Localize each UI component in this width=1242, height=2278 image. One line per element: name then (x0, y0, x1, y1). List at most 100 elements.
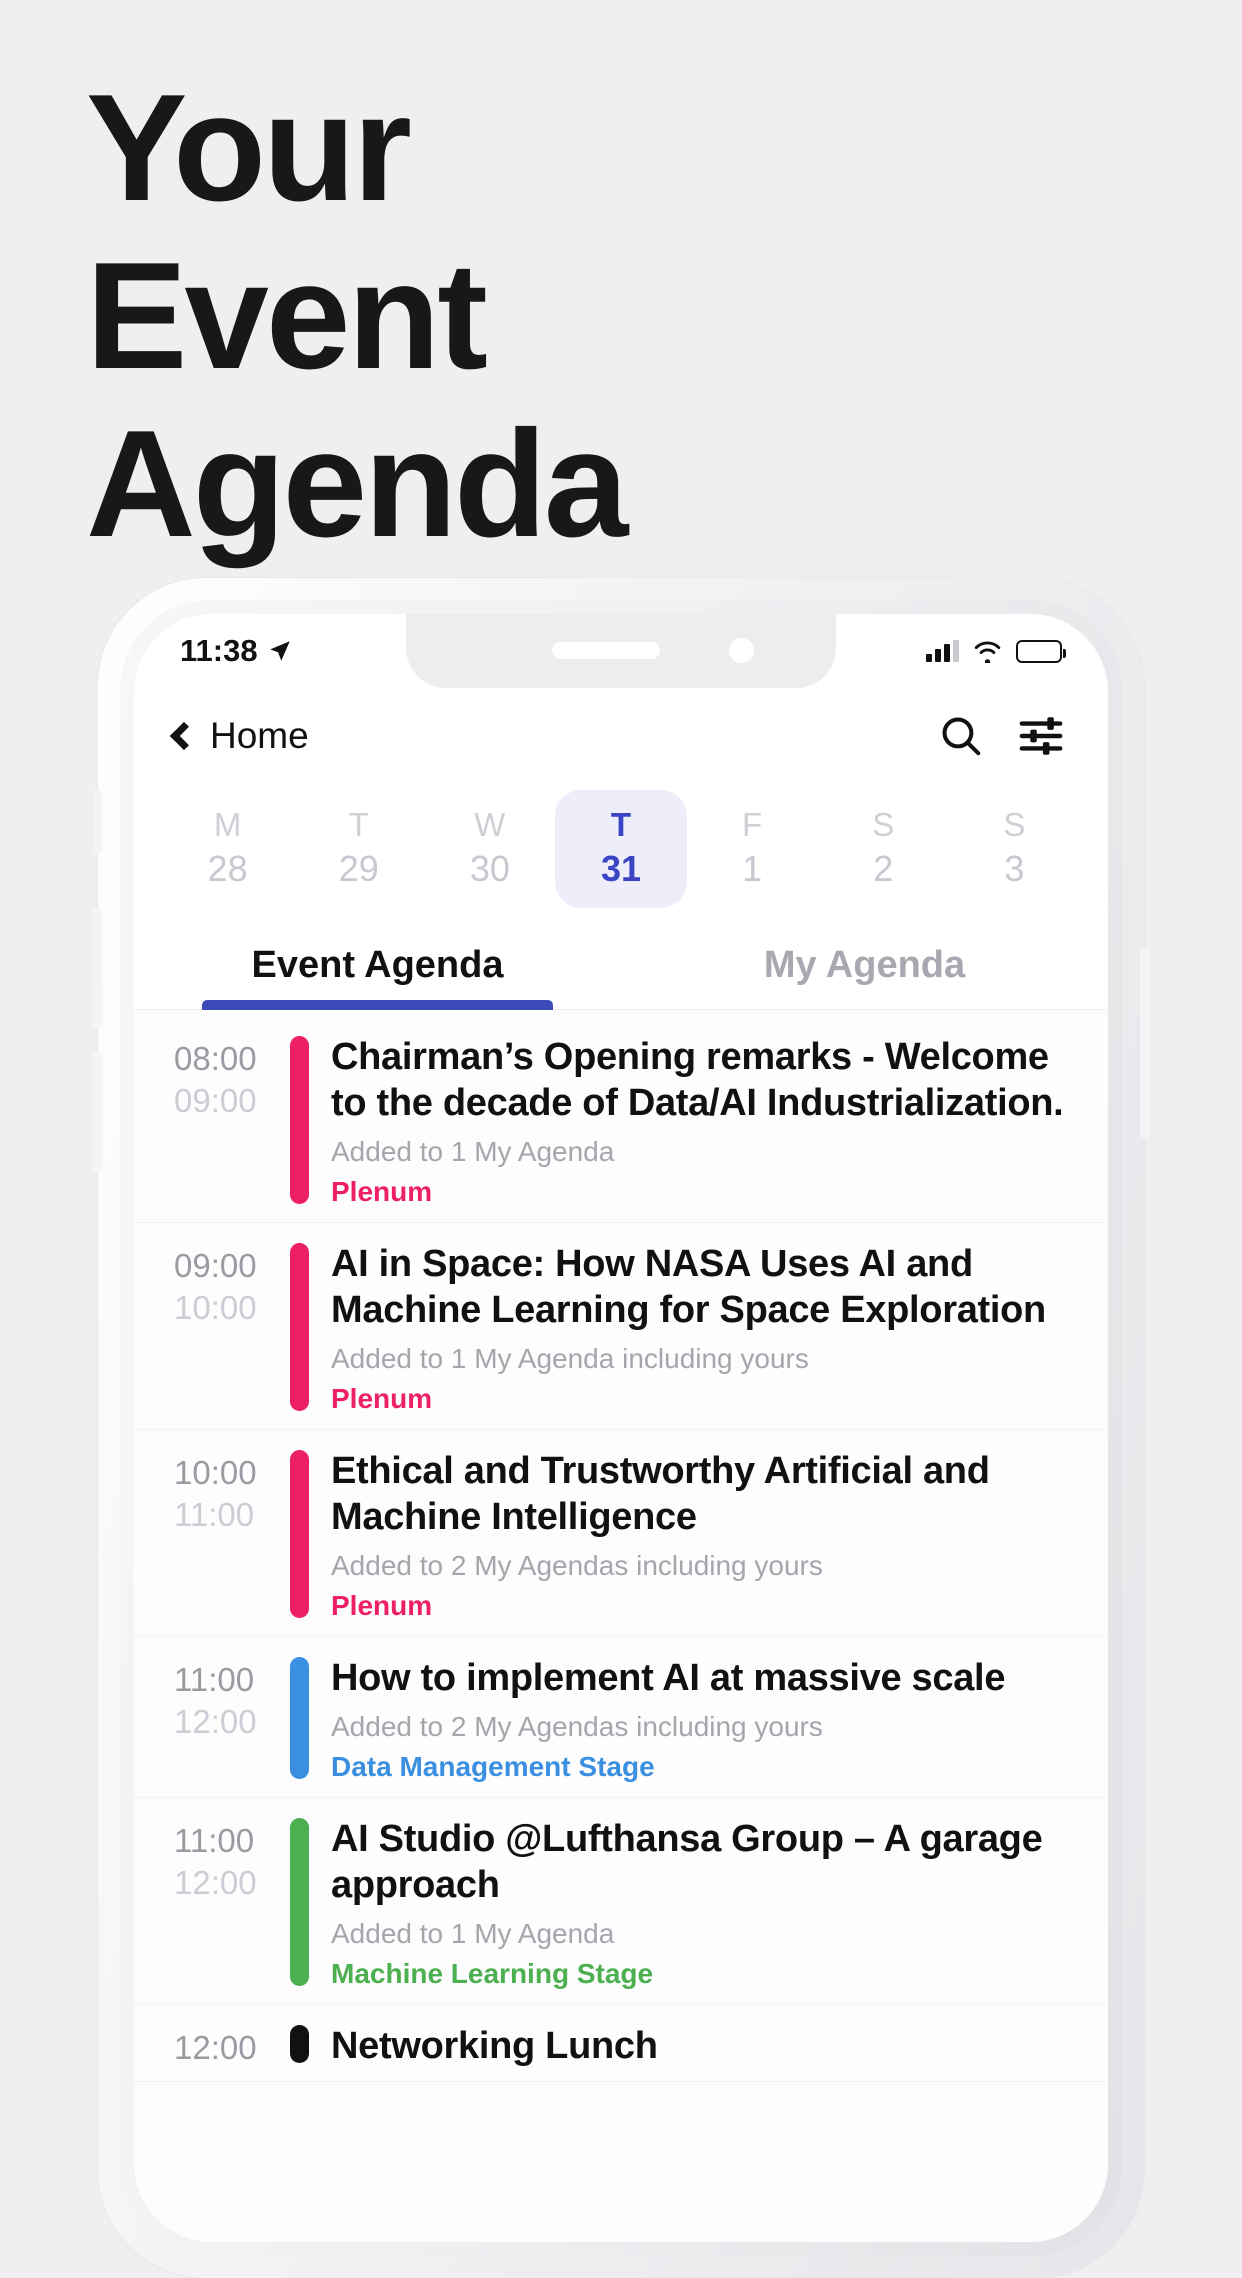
date-cell-number: 1 (742, 848, 763, 889)
date-cell-number: 3 (1004, 848, 1025, 889)
event-start-time: 10:00 (174, 1454, 257, 1491)
event-title: Chairman’s Opening remarks - Welcome to … (331, 1036, 1064, 1124)
event-color-bar (290, 2025, 309, 2063)
event-body: How to implement AI at massive scale Adde… (331, 1653, 1088, 1785)
event-color-bar (290, 1657, 309, 1779)
date-cell-number: 31 (600, 848, 642, 889)
agenda-list[interactable]: 08:00 09:00 Chairman’s Opening remarks - W… (134, 1010, 1108, 2242)
date-cell-30[interactable]: W 30 (424, 790, 555, 908)
agenda-event-row[interactable]: 11:00 12:00 AI Studio @Lufthansa Group – A… (134, 1798, 1108, 2005)
event-stage-label: Data Management Stage (331, 1751, 655, 1782)
date-cell-dow: T (348, 806, 369, 843)
event-title: AI Studio @Lufthansa Group – A garage ap… (331, 1818, 1043, 1906)
volume-down-button[interactable] (92, 1052, 102, 1172)
date-cell-1[interactable]: F1 (687, 790, 818, 908)
wifi-icon (974, 641, 1001, 663)
event-attendance-meta: Added to 1 My Agenda including yours (331, 1343, 809, 1374)
event-color-bar (290, 1243, 309, 1411)
agenda-event-row[interactable]: 09:00 10:00 AI in Space: How NASA Uses AI … (134, 1223, 1108, 1430)
phone-mockup: 11:38 Home M 28 T 29 W 30 T 31 F 1 S 2 S… (92, 578, 1150, 2278)
event-end-time: 10:00 (174, 1289, 257, 1326)
event-title: Networking Lunch (331, 2025, 658, 2067)
agenda-event-row[interactable]: 08:00 09:00 Chairman’s Opening remarks - W… (134, 1016, 1108, 1223)
date-cell-number: 29 (338, 848, 379, 889)
tab-event-agenda[interactable]: Event Agenda (134, 918, 621, 1010)
event-end-time: 12:00 (174, 1703, 257, 1740)
agenda-event-row[interactable]: 12:00 Networking Lunch (134, 2005, 1108, 2082)
filter-sliders-icon[interactable] (1018, 713, 1064, 759)
date-cell-29[interactable]: T 29 (293, 790, 424, 908)
location-arrow-icon (269, 641, 290, 661)
status-bar-left: 11:38 (180, 633, 293, 669)
hero-line-3: Agenda (86, 399, 628, 569)
cellular-signal-icon (926, 640, 959, 662)
event-time-range: 12:00 (174, 2021, 286, 2069)
hero-line-2: Event (86, 231, 488, 401)
back-button[interactable]: Home (169, 715, 309, 757)
event-attendance-meta: Added to 1 My Agenda (331, 1918, 615, 1949)
event-stage-label: Machine Learning Stage (331, 1958, 654, 1989)
date-cell-number: 30 (469, 848, 510, 889)
event-time-range: 11:00 12:00 (174, 1814, 286, 1992)
event-attendance-meta: Added to 1 My Agenda (331, 1136, 615, 1167)
event-body: AI Studio @Lufthansa Group – A garage ap… (331, 1814, 1088, 1992)
status-bar-time: 11:38 (180, 633, 258, 668)
event-start-time: 12:00 (174, 2029, 257, 2066)
nav-actions (938, 713, 1064, 759)
hero-line-1: Your (86, 63, 412, 233)
event-end-time: 09:00 (174, 1082, 257, 1119)
hero-headline: Your Event Agenda (86, 72, 1086, 576)
event-body: Networking Lunch (331, 2021, 1088, 2069)
event-body: AI in Space: How NASA Uses AI and Machin… (331, 1239, 1088, 1417)
event-time-range: 11:00 12:00 (174, 1653, 286, 1785)
event-start-time: 09:00 (174, 1247, 257, 1284)
date-cell-dow: W (474, 806, 506, 843)
agenda-event-row[interactable]: 10:00 11:00 Ethical and Trustworthy Artifi… (134, 1430, 1108, 1637)
event-color-bar (290, 1818, 309, 1986)
status-bar-right (926, 639, 1066, 663)
event-attendance-meta: Added to 2 My Agendas including yours (331, 1711, 823, 1742)
date-cell-number: 28 (207, 848, 248, 889)
volume-up-button[interactable] (92, 908, 102, 1028)
date-strip: M 28 T 29 W 30 T 31 F 1 S 2 S 3 (134, 784, 1108, 918)
silent-switch-button[interactable] (93, 790, 102, 854)
agenda-event-row[interactable]: 11:00 12:00 How to implement AI at massive… (134, 1637, 1108, 1798)
tab-my-agenda[interactable]: My Agenda (621, 918, 1108, 1009)
date-cell-dow: F (742, 806, 763, 843)
chevron-left-icon (169, 721, 199, 751)
event-color-bar (290, 1450, 309, 1618)
date-cell-dow: M (213, 806, 242, 843)
phone-screen: 11:38 Home M 28 T 29 W 30 T 31 F 1 S 2 S… (134, 614, 1108, 2242)
event-start-time: 11:00 (174, 1661, 255, 1698)
status-bar: 11:38 (134, 614, 1108, 688)
event-color-bar (290, 1036, 309, 1204)
event-title: AI in Space: How NASA Uses AI and Machin… (331, 1243, 1046, 1331)
event-stage-label: Plenum (331, 1176, 433, 1207)
date-cell-dow: S (872, 806, 895, 843)
date-cell-31[interactable]: T 31 (555, 790, 687, 908)
date-cell-number: 2 (873, 848, 894, 889)
date-cell-3[interactable]: S3 (949, 790, 1080, 908)
date-cell-28[interactable]: M 28 (162, 790, 293, 908)
event-time-range: 09:00 10:00 (174, 1239, 286, 1417)
event-stage-label: Plenum (331, 1383, 433, 1414)
event-attendance-meta: Added to 2 My Agendas including yours (331, 1550, 823, 1581)
event-end-time: 11:00 (174, 1496, 255, 1533)
event-start-time: 08:00 (174, 1040, 257, 1077)
date-cell-2[interactable]: S2 (818, 790, 949, 908)
event-title: Ethical and Trustworthy Artificial and M… (331, 1450, 990, 1538)
battery-icon (1016, 639, 1066, 663)
event-time-range: 10:00 11:00 (174, 1446, 286, 1624)
event-time-range: 08:00 09:00 (174, 1032, 286, 1210)
event-end-time: 12:00 (174, 1864, 257, 1901)
event-body: Chairman’s Opening remarks - Welcome to … (331, 1032, 1088, 1210)
navigation-bar: Home (134, 688, 1108, 784)
date-cell-dow: T (610, 806, 632, 843)
agenda-tabs: Event Agenda My Agenda (134, 918, 1108, 1010)
event-stage-label: Plenum (331, 1590, 433, 1621)
event-body: Ethical and Trustworthy Artificial and M… (331, 1446, 1088, 1624)
event-start-time: 11:00 (174, 1822, 255, 1859)
date-cell-dow: S (1003, 806, 1026, 843)
power-button[interactable] (1140, 948, 1150, 1138)
search-icon[interactable] (938, 713, 984, 759)
